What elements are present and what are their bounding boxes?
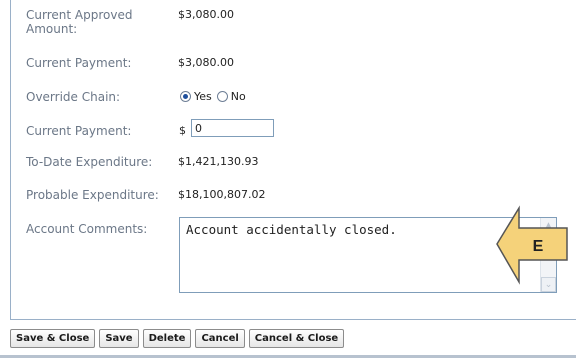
- override-chain-no-label[interactable]: No: [231, 90, 246, 103]
- currency-symbol: $: [179, 124, 186, 137]
- save-close-button[interactable]: Save & Close: [10, 329, 96, 348]
- override-chain-label: Override Chain:: [26, 90, 121, 104]
- cancel-close-button[interactable]: Cancel & Close: [248, 329, 345, 348]
- probable-expenditure-value: $18,100,807.02: [178, 188, 266, 201]
- account-comments-label: Account Comments:: [26, 222, 148, 236]
- save-button[interactable]: Save: [99, 329, 139, 348]
- current-payment-label: Current Payment:: [26, 56, 132, 70]
- current-payment-input-label: Current Payment:: [26, 124, 132, 138]
- current-payment-value: $3,080.00: [178, 56, 234, 69]
- override-chain-no-radio[interactable]: [216, 91, 228, 102]
- callout-letter: E: [533, 238, 544, 255]
- current-payment-input[interactable]: [191, 119, 274, 137]
- account-comments-text[interactable]: Account accidentally closed.: [186, 222, 397, 237]
- override-chain-yes-label[interactable]: Yes: [194, 90, 212, 103]
- bottom-divider: [0, 355, 576, 358]
- probable-expenditure-label: Probable Expenditure:: [26, 188, 159, 202]
- to-date-expenditure-value: $1,421,130.93: [178, 155, 259, 168]
- to-date-expenditure-label: To-Date Expenditure:: [26, 155, 153, 169]
- current-approved-amount-value: $3,080.00: [178, 8, 234, 21]
- override-chain-radio-group: Yes No: [180, 90, 246, 103]
- current-approved-amount-label: Current Approved Amount:: [26, 8, 133, 36]
- action-button-bar: Save & Close Save Delete Cancel Cancel &…: [10, 329, 345, 348]
- callout-arrow-icon: E: [496, 205, 568, 285]
- cancel-button[interactable]: Cancel: [195, 329, 245, 348]
- override-chain-yes-radio[interactable]: [180, 91, 191, 102]
- delete-button[interactable]: Delete: [142, 329, 192, 348]
